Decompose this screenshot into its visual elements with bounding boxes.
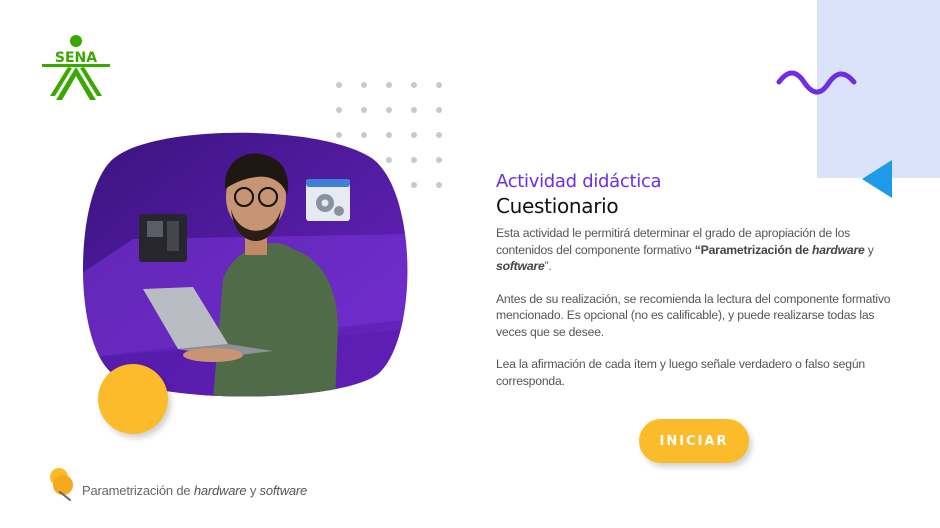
component-name-and: y	[864, 242, 874, 257]
hero-illustration	[83, 132, 408, 397]
footer-text-d: software	[259, 483, 308, 498]
component-name-software: software	[496, 259, 545, 273]
activity-recommendation: Antes de su realización, se recomienda l…	[496, 291, 891, 339]
component-name-open: “Parametrización de	[694, 242, 813, 257]
footer-text-a: Parametrización de	[82, 483, 194, 498]
activity-content: Actividad didáctica Cuestionario Esta ac…	[496, 171, 896, 405]
gear-window-icon	[306, 179, 350, 221]
footer-text-b: hardware	[193, 483, 247, 498]
wave-icon	[776, 70, 857, 95]
pin-icon	[50, 468, 73, 501]
activity-instructions: Lea la afirmación de cada ítem y luego s…	[496, 357, 865, 388]
component-name-close: ”.	[544, 259, 552, 273]
component-name-hardware: hardware	[812, 242, 865, 257]
motherboard-icon	[139, 214, 187, 262]
footer-course-name: Parametrización de hardware y software	[82, 483, 307, 498]
footer: Parametrización de hardware y software	[48, 466, 307, 502]
activity-subtitle: Actividad didáctica	[496, 171, 662, 192]
decor-yellow-circle	[98, 364, 168, 434]
sena-logo-icon: SENA	[42, 35, 110, 100]
activity-title: Cuestionario	[496, 194, 619, 218]
footer-text-c: y	[246, 483, 260, 498]
start-button[interactable]: INICIAR	[639, 419, 749, 463]
activity-description: Esta actividad le permitirá determinar e…	[496, 225, 896, 275]
logo-text: SENA	[55, 50, 97, 66]
